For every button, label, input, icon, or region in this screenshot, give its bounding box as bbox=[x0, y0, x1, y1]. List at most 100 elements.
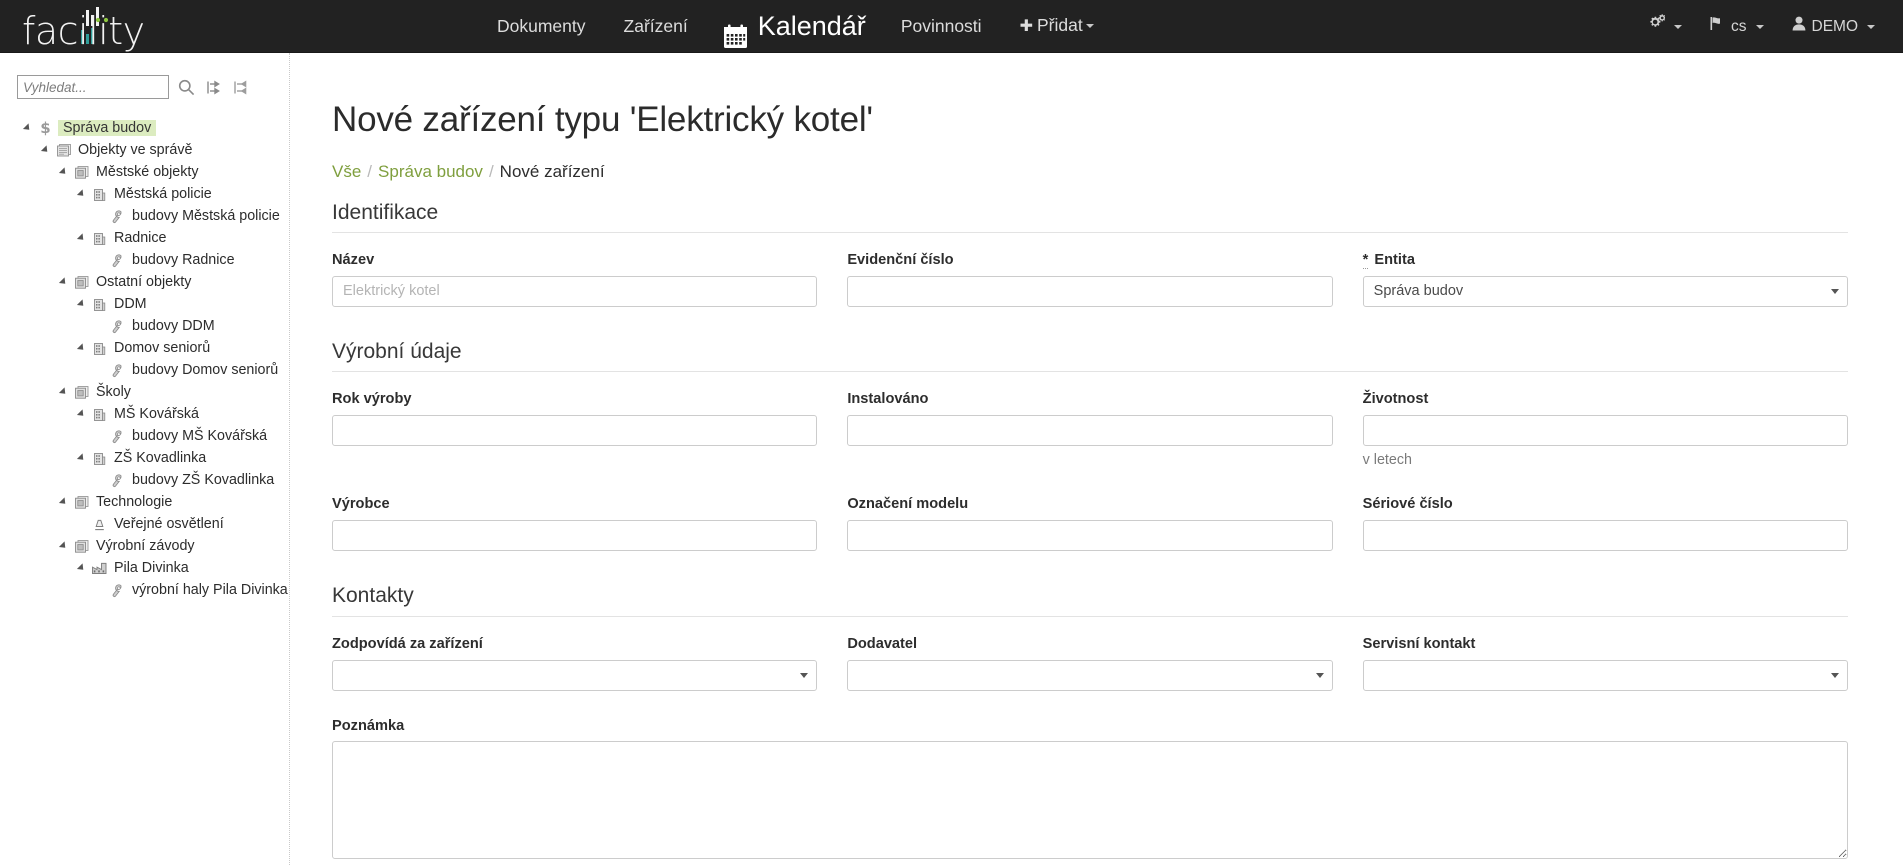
dodavatel-select[interactable] bbox=[847, 659, 1333, 691]
tree-node-label: budovy MŠ Kovářská bbox=[132, 427, 268, 444]
nav-right: cs DEMO bbox=[1632, 0, 1889, 53]
tree-node-label: budovy Radnice bbox=[132, 251, 235, 268]
tree-node[interactable]: Objekty ve správě bbox=[10, 139, 289, 161]
field-group-poznamka: Poznámka bbox=[332, 717, 1848, 865]
zivotnost-input[interactable] bbox=[1362, 414, 1848, 446]
required-asterisk: * bbox=[1362, 251, 1369, 269]
nav-pridat[interactable]: ✚ Přidat bbox=[1001, 0, 1113, 53]
collapse-all-icon[interactable] bbox=[230, 77, 250, 97]
tree-toggle-icon[interactable] bbox=[74, 409, 89, 419]
tree-node[interactable]: Radnice bbox=[10, 227, 289, 249]
oznaceni-modelu-input[interactable] bbox=[847, 520, 1333, 552]
tree-toggle-icon[interactable] bbox=[56, 541, 71, 551]
label-nazev: Název bbox=[332, 251, 375, 268]
nav-zarizeni[interactable]: Zařízení bbox=[605, 0, 707, 53]
tree-node[interactable]: Městské objekty bbox=[10, 161, 289, 183]
tree-node[interactable]: výrobní haly Pila Divinka bbox=[10, 579, 289, 601]
tree-node-label: Pila Divinka bbox=[114, 559, 189, 576]
tree-node[interactable]: Pila Divinka bbox=[10, 557, 289, 579]
label-poznamka: Poznámka bbox=[332, 717, 405, 734]
nav-kalendar[interactable]: Kalendář bbox=[707, 0, 882, 53]
field-group-nazev: Název bbox=[332, 251, 818, 307]
servisni-kontakt-select[interactable] bbox=[1362, 659, 1848, 691]
tree-toggle-icon[interactable] bbox=[74, 343, 89, 353]
tree-toggle-icon[interactable] bbox=[20, 123, 35, 133]
label-zivotnost: Životnost bbox=[1362, 390, 1429, 407]
search-input[interactable] bbox=[17, 75, 169, 99]
entita-select[interactable]: Správa budov bbox=[1362, 275, 1848, 307]
breadcrumb-item-current: Nové zařízení bbox=[499, 161, 605, 181]
tree-node[interactable]: budovy MŠ Kovářská bbox=[10, 425, 289, 447]
tree-toggle-icon[interactable] bbox=[74, 563, 89, 573]
tree-toggle-icon[interactable] bbox=[38, 145, 53, 155]
magnifier-icon[interactable] bbox=[176, 77, 196, 97]
label-servisni-kontakt: Servisní kontakt bbox=[1362, 635, 1476, 652]
seriove-cislo-input[interactable] bbox=[1362, 520, 1848, 552]
tree-node-label: Technologie bbox=[96, 493, 173, 510]
tree-toggle-icon[interactable] bbox=[74, 189, 89, 199]
nav-settings[interactable] bbox=[1632, 0, 1696, 53]
tree-node-label: budovy DDM bbox=[132, 317, 215, 334]
evidencni-cislo-input[interactable] bbox=[847, 275, 1333, 307]
tree-toggle-icon[interactable] bbox=[74, 299, 89, 309]
nav-povinnosti[interactable]: Povinnosti bbox=[882, 0, 1001, 53]
tree-node[interactable]: Školy bbox=[10, 381, 289, 403]
tree-node[interactable]: budovy DDM bbox=[10, 315, 289, 337]
tree-node[interactable]: Domov seniorů bbox=[10, 337, 289, 359]
tree-toggle-icon[interactable] bbox=[56, 497, 71, 507]
field-group-evidencni-cislo: Evidenční číslo bbox=[847, 251, 1333, 307]
field-group-zodpovida: Zodpovídá za zařízení bbox=[332, 635, 818, 691]
tree-node-label: Městské objekty bbox=[96, 163, 199, 180]
vyrobce-input[interactable] bbox=[332, 520, 818, 552]
instalovano-input[interactable] bbox=[847, 414, 1333, 446]
tree-node[interactable]: budovy Domov seniorů bbox=[10, 359, 289, 381]
field-group-instalovano: Instalováno bbox=[847, 390, 1333, 470]
tree-node[interactable]: $ Správa budov bbox=[10, 117, 289, 139]
zodpovida-select[interactable] bbox=[332, 659, 818, 691]
page-layout: $ Správa budov Objekty ve správě Městské ob… bbox=[0, 53, 1903, 865]
tree-toggle-icon[interactable] bbox=[56, 277, 71, 287]
tree-node-label: Výrobní závody bbox=[96, 537, 195, 554]
tree-node[interactable]: budovy Radnice bbox=[10, 249, 289, 271]
field-group-rok-vyroby: Rok výroby bbox=[332, 390, 818, 470]
label-rok-vyroby: Rok výroby bbox=[332, 390, 412, 407]
plus-icon: ✚ bbox=[1019, 18, 1033, 35]
tree-node[interactable]: Výrobní závody bbox=[10, 535, 289, 557]
breadcrumb: Vše / Správa budov / Nové zařízení bbox=[332, 162, 1848, 182]
breadcrumb-item-sprava-budov[interactable]: Správa budov bbox=[378, 162, 483, 181]
objects-icon bbox=[71, 495, 91, 510]
tree-node[interactable]: Městská policie bbox=[10, 183, 289, 205]
tree-node[interactable]: Technologie bbox=[10, 491, 289, 513]
lamp-icon bbox=[89, 517, 109, 532]
brand-logo[interactable]: facility bbox=[0, 0, 175, 53]
rok-vyroby-input[interactable] bbox=[332, 414, 818, 446]
tree-toggle-icon[interactable] bbox=[56, 167, 71, 177]
nav-dokumenty[interactable]: Dokumenty bbox=[478, 0, 605, 53]
tree-node[interactable]: Veřejné osvětlení bbox=[10, 513, 289, 535]
tree-node[interactable]: DDM bbox=[10, 293, 289, 315]
wrench-icon bbox=[107, 319, 127, 334]
tree-toggle-icon[interactable] bbox=[56, 387, 71, 397]
sidebar: $ Správa budov Objekty ve správě Městské ob… bbox=[0, 53, 290, 865]
nav-pridat-label: Přidat bbox=[1036, 15, 1083, 35]
nav-kalendar-label: Kalendář bbox=[757, 10, 866, 41]
tree-toggle-icon[interactable] bbox=[74, 453, 89, 463]
nav-language[interactable]: cs bbox=[1696, 0, 1778, 53]
tree-toggle-icon[interactable] bbox=[74, 233, 89, 243]
tree-node[interactable]: Ostatní objekty bbox=[10, 271, 289, 293]
expand-all-icon[interactable] bbox=[203, 77, 223, 97]
tree-node[interactable]: MŠ Kovářská bbox=[10, 403, 289, 425]
tree-node-label: Ostatní objekty bbox=[96, 273, 192, 290]
poznamka-textarea[interactable] bbox=[332, 741, 1848, 860]
nav-user[interactable]: DEMO bbox=[1778, 0, 1890, 53]
tree-node[interactable]: budovy Městská policie bbox=[10, 205, 289, 227]
tree-node-label: MŠ Kovářská bbox=[114, 405, 200, 422]
tree-node[interactable]: ZŠ Kovadlinka bbox=[10, 447, 289, 469]
breadcrumb-item-vse[interactable]: Vše bbox=[332, 162, 361, 181]
field-group-seriove-cislo: Sériové číslo bbox=[1362, 495, 1848, 552]
nazev-input[interactable] bbox=[332, 275, 818, 307]
tree-node[interactable]: budovy ZŠ Kovadlinka bbox=[10, 469, 289, 491]
